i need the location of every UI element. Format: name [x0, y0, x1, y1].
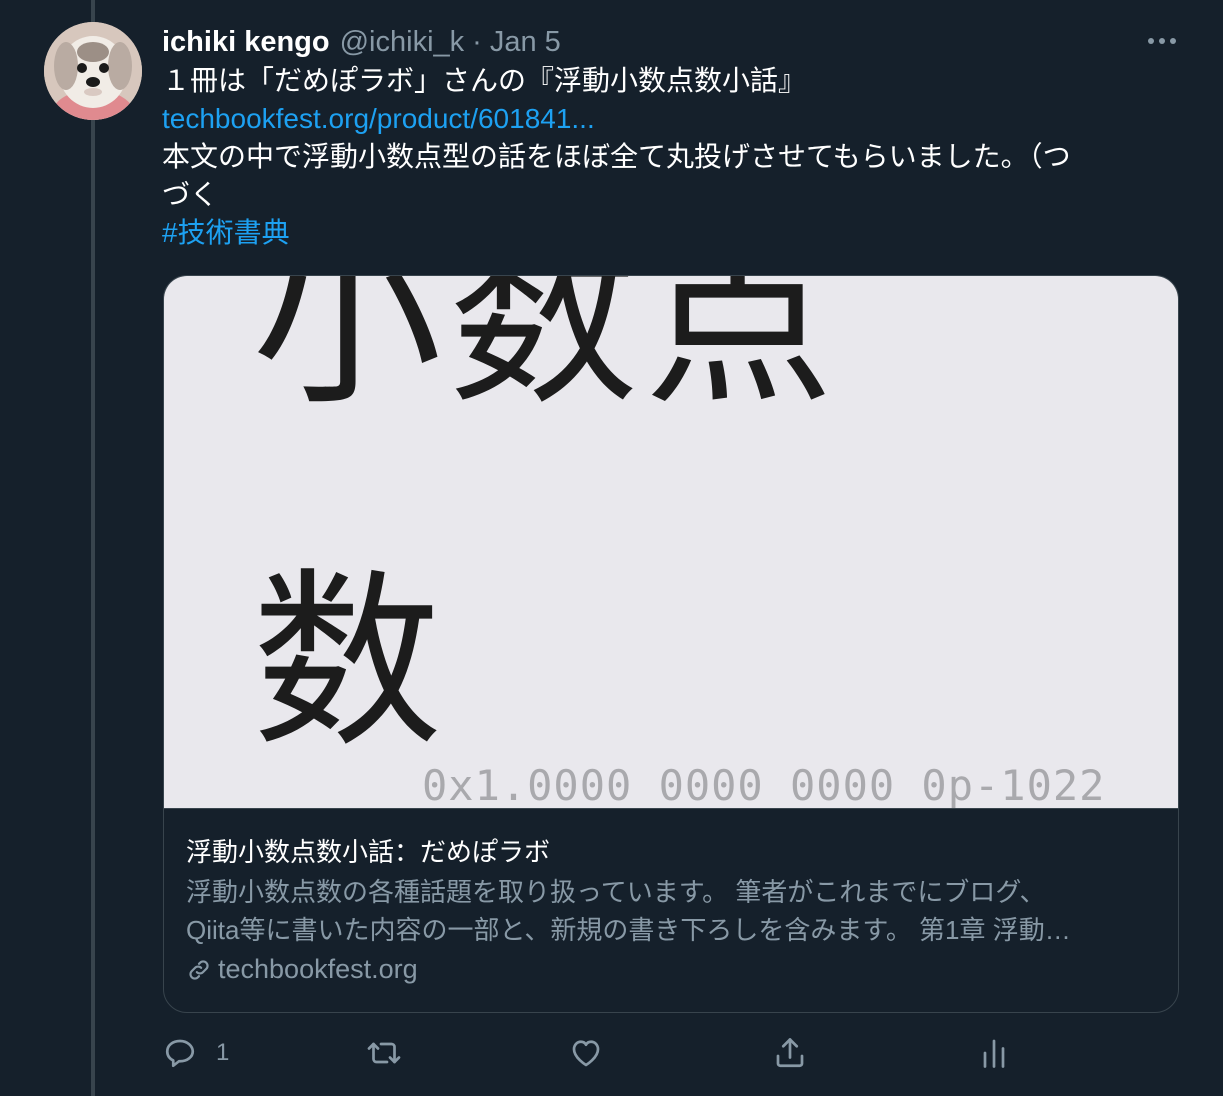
- card-title: 浮動小数点数小話：だめぽラボ: [186, 837, 551, 867]
- card-domain: techbookfest.org: [186, 954, 418, 985]
- analytics-button[interactable]: [976, 1030, 1012, 1076]
- cover-title-text: 小数点: [252, 276, 841, 431]
- retweet-button[interactable]: [364, 1030, 404, 1076]
- hashtag-link[interactable]: #技術書典: [162, 214, 1172, 252]
- display-name[interactable]: ichiki kengo: [162, 26, 330, 59]
- separator-dot: ·: [472, 25, 482, 58]
- card-description-line: Qiita等に書いた内容の一部と、新規の書き下ろしを含みます。 第1章 浮動…: [186, 915, 1071, 945]
- reply-count: 1: [216, 1039, 230, 1066]
- tweet-text-line: １冊は「だめぽラボ」さんの『浮動小数点数小話』: [162, 65, 807, 96]
- link-icon: [189, 959, 209, 980]
- tweet-date[interactable]: Jan 5: [490, 26, 561, 59]
- like-icon: [572, 1040, 600, 1067]
- link-preview-card[interactable]: 小数点 数 0x1.0000 0000 0000 0p-1022 浮動小数点数小…: [163, 275, 1179, 1013]
- cover-title-text: 数: [252, 552, 443, 773]
- card-description-line: 浮動小数点数の各種話題を取り扱っています。 筆者がこれまでにブログ、: [186, 877, 1046, 907]
- cover-hex-text: 0x1.0000 0000 0000 0p-1022: [422, 761, 1106, 809]
- card-domain-text: techbookfest.org: [218, 954, 418, 984]
- tweet-header: ichiki kengo @ichiki_k · Jan 5: [162, 22, 561, 62]
- avatar[interactable]: [44, 22, 142, 120]
- like-button[interactable]: [568, 1030, 604, 1076]
- card-image: 小数点 数 0x1.0000 0000 0000 0p-1022: [164, 276, 1178, 809]
- retweet-icon: [367, 1042, 401, 1064]
- more-icon[interactable]: [1142, 24, 1182, 58]
- share-icon: [776, 1038, 804, 1068]
- card-description: 浮動小数点数の各種話題を取り扱っています。 筆者がこれまでにブログ、 Qiita…: [186, 873, 1156, 949]
- reply-icon: [165, 1039, 195, 1068]
- analytics-icon: [983, 1039, 1005, 1068]
- reply-button[interactable]: 1: [162, 1030, 229, 1076]
- tweet-actions: 1: [162, 1030, 1022, 1076]
- tweet-text-line: 本文の中で浮動小数点型の話をほぼ全て丸投げさせてもらいました。（つ: [162, 141, 1071, 172]
- tweet-text-line: づく: [162, 179, 219, 210]
- thread-line: [91, 0, 95, 1096]
- share-button[interactable]: [772, 1030, 808, 1076]
- tweet-text: １冊は「だめぽラボ」さんの『浮動小数点数小話』 techbookfest.org…: [162, 62, 1172, 252]
- tweet-link[interactable]: techbookfest.org/product/601841...: [162, 100, 1172, 138]
- user-handle[interactable]: @ichiki_k: [340, 26, 465, 59]
